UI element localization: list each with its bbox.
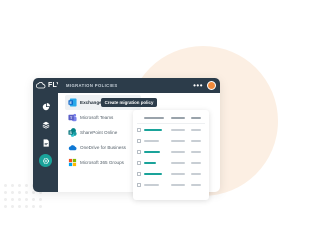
policy-table [133,110,209,200]
more-dots-icon[interactable]: ••• [193,82,203,90]
table-row[interactable] [133,136,209,146]
sidebar [33,78,58,192]
teams-icon: T [68,113,77,122]
sharepoint-icon: S [68,128,77,137]
pie-chart-icon[interactable] [40,101,51,112]
source-item-teams[interactable]: T Microsoft Teams [65,110,141,125]
document-icon[interactable] [40,137,51,148]
source-item-onedrive[interactable]: OneDrive for Business [65,140,141,155]
source-label: OneDrive for Business [80,145,126,150]
create-policy-label: Create migration policy [104,100,154,105]
avatar[interactable] [207,81,216,90]
table-row[interactable] [133,180,209,190]
row-checkbox[interactable] [137,139,141,143]
exchange-icon: E [68,98,77,107]
onedrive-icon [68,143,77,152]
row-checkbox[interactable] [137,161,141,165]
table-row[interactable] [133,125,209,135]
row-checkbox[interactable] [137,183,141,187]
groups-icon [68,158,77,167]
source-label: Microsoft Teams [80,115,114,120]
source-label: Microsoft 365 Groups [80,160,124,165]
table-row[interactable] [133,169,209,179]
table-row[interactable] [133,147,209,157]
source-label: SharePoint Online [80,130,118,135]
create-policy-button[interactable]: Create migration policy [101,98,157,107]
source-item-sharepoint[interactable]: S SharePoint Online [65,125,141,140]
layers-icon[interactable] [40,119,51,130]
gear-icon[interactable] [39,154,52,167]
row-checkbox[interactable] [137,150,141,154]
page-title: MIGRATION POLICIES [66,83,118,88]
table-row[interactable] [133,158,209,168]
table-header [133,113,209,123]
row-checkbox[interactable] [137,128,141,132]
row-checkbox[interactable] [137,172,141,176]
source-item-groups[interactable]: Microsoft 365 Groups [65,155,141,170]
